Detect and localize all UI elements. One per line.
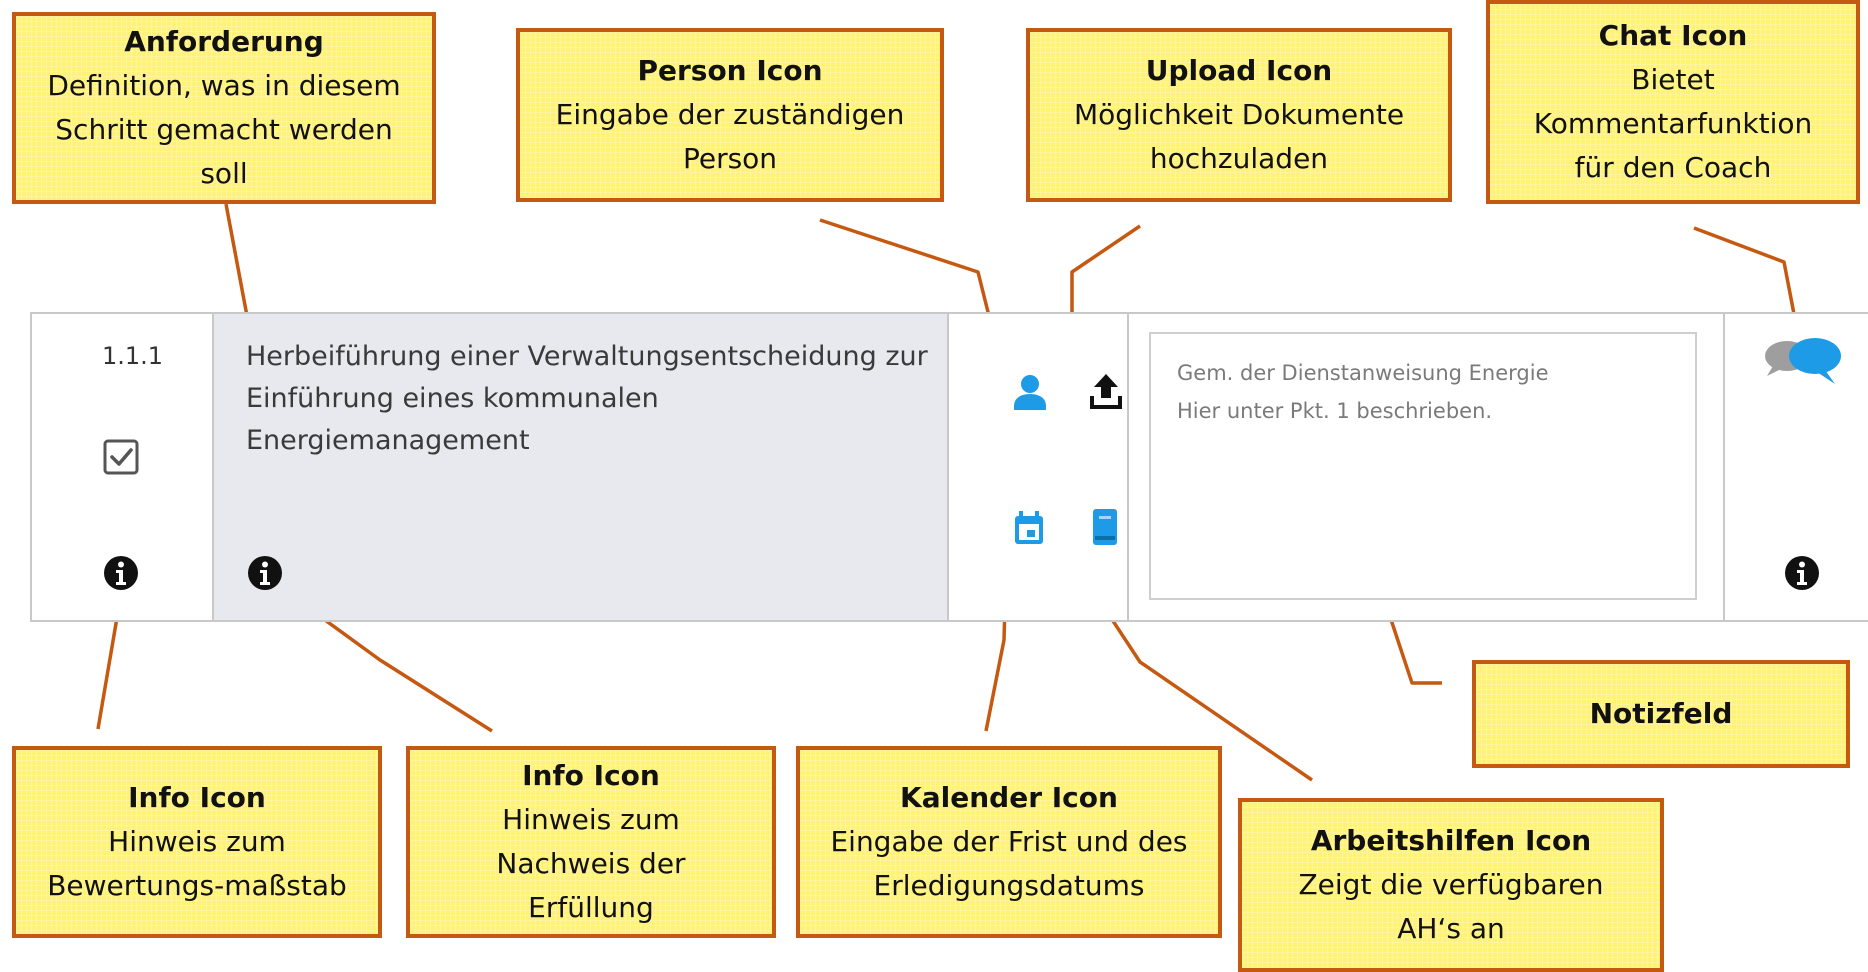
callout-description: Bietet Kommentarfunktion für den Coach (1533, 63, 1813, 184)
callout-description: Definition, was in diesem Schritt gemach… (47, 69, 401, 190)
leader-line-chat (1693, 226, 1796, 315)
callout-description: Hinweis zum Nachweis der Erfüllung (496, 803, 686, 924)
row-number-cell: 1.1.1 (32, 314, 214, 620)
callout-title: Info Icon (522, 759, 660, 792)
callout-info-nachweis: Info Icon Hinweis zum Nachweis der Erfül… (406, 746, 776, 938)
chat-cell (1725, 314, 1868, 620)
requirement-row: 1.1.1 Herbeiführung einer Verwaltungsent… (30, 312, 1868, 622)
callout-title: Person Icon (637, 54, 823, 87)
callout-title: Upload Icon (1145, 54, 1333, 87)
callout-title: Arbeitshilfen Icon (1310, 824, 1592, 857)
requirement-text: Herbeiführung einer Verwaltungsentscheid… (246, 341, 928, 456)
requirement-cell: Herbeiführung einer Verwaltungsentscheid… (214, 314, 949, 620)
note-cell: Gem. der Dienstanweisung Energie Hier un… (1129, 314, 1725, 620)
callout-notizfeld: Notizfeld (1472, 660, 1850, 768)
chat-icon[interactable] (1759, 334, 1845, 388)
callout-title: Info Icon (128, 781, 266, 814)
checkbox-checked-icon[interactable] (102, 438, 140, 476)
calendar-icon[interactable] (1013, 510, 1045, 546)
callout-title: Kalender Icon (900, 781, 1118, 814)
callout-description: Eingabe der Frist und des Erledigungsdat… (830, 825, 1188, 902)
callout-description: Möglichkeit Dokumente hochzuladen (1073, 98, 1405, 175)
callout-description: Zeigt die verfügbaren AH‘s an (1298, 868, 1604, 945)
callout-upload: Upload Icon Möglichkeit Dokumente hochzu… (1026, 28, 1452, 202)
callout-kalender: Kalender Icon Eingabe der Frist und des … (796, 746, 1222, 938)
callout-info-bewertung: Info Icon Hinweis zum Bewertungs-maßstab (12, 746, 382, 938)
callout-arbeitshilfen: Arbeitshilfen Icon Zeigt die verfügbaren… (1238, 798, 1664, 972)
upload-icon[interactable] (1089, 372, 1123, 410)
person-icon[interactable] (1013, 374, 1047, 410)
callout-anforderung: Anforderung Definition, was in diesem Sc… (12, 12, 436, 204)
info-icon[interactable] (1783, 554, 1821, 592)
note-field[interactable]: Gem. der Dienstanweisung Energie Hier un… (1149, 332, 1697, 600)
callout-person: Person Icon Eingabe der zuständigen Pers… (516, 28, 944, 202)
callout-description: Hinweis zum Bewertungs-maßstab (47, 825, 347, 902)
callout-title: Chat Icon (1598, 19, 1748, 52)
callout-chat: Chat Icon Bietet Kommentarfunktion für d… (1486, 0, 1860, 204)
book-icon[interactable] (1091, 508, 1119, 546)
callout-title: Anforderung (124, 25, 324, 58)
callout-title: Notizfeld (1589, 697, 1733, 730)
info-icon[interactable] (102, 554, 140, 592)
info-icon[interactable] (246, 554, 284, 592)
action-icons-cell (949, 314, 1129, 620)
row-number: 1.1.1 (102, 342, 164, 370)
callout-description: Eingabe der zuständigen Person (555, 98, 905, 175)
